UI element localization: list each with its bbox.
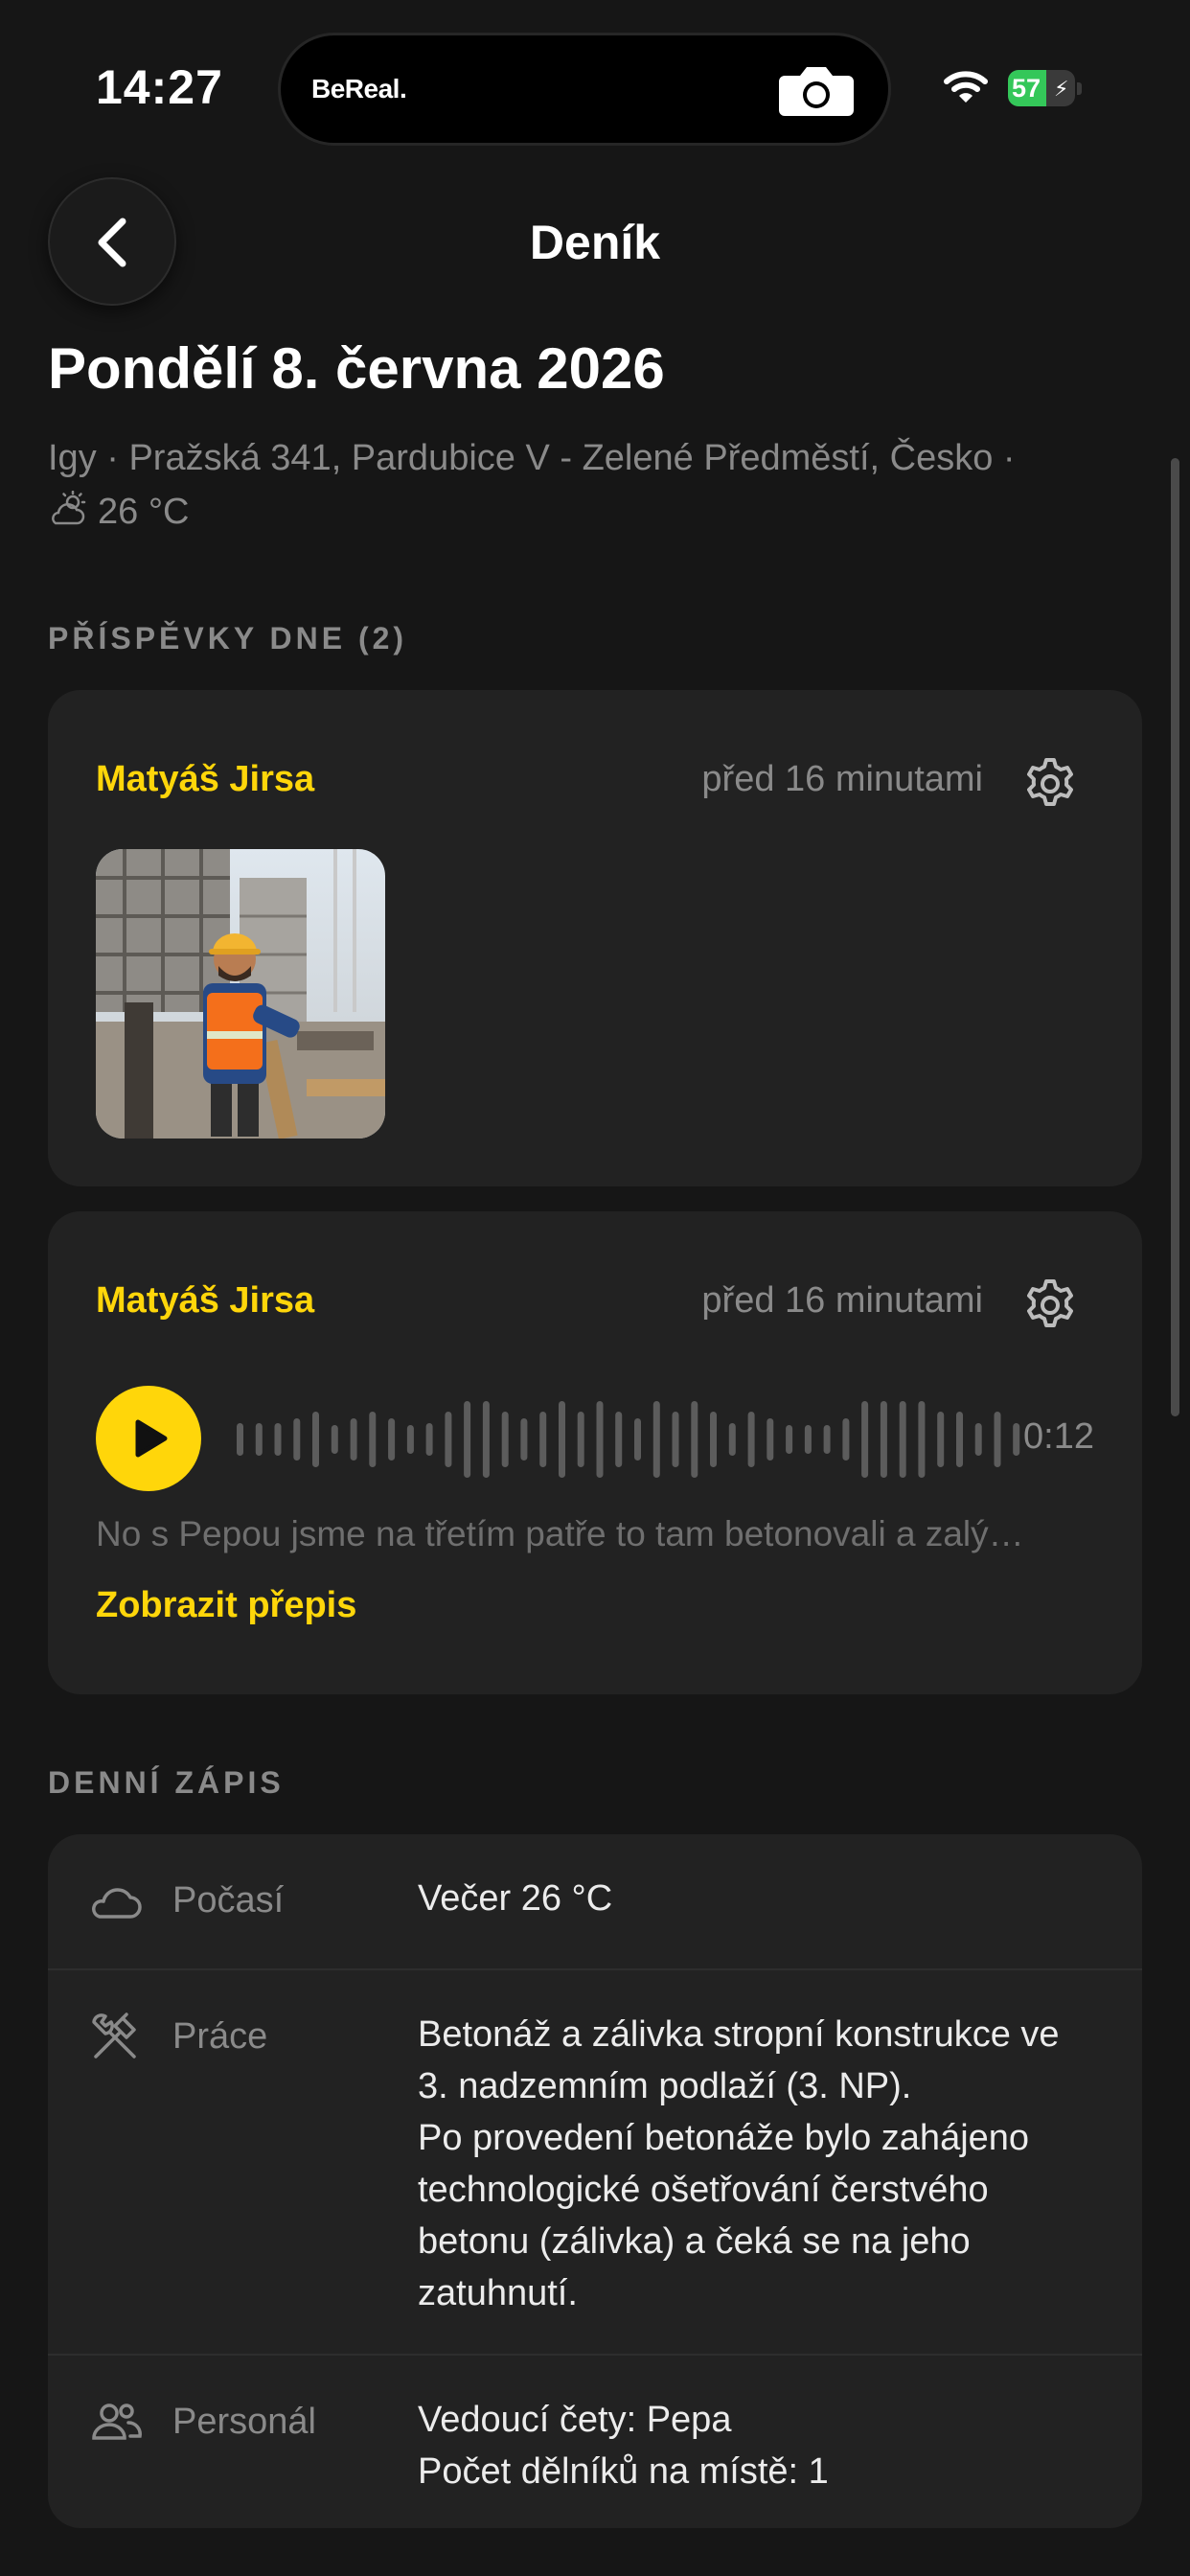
charging-icon: ⚡ — [1054, 77, 1069, 101]
post-time: před 16 minutami — [701, 759, 983, 799]
page-title: Deník — [529, 216, 661, 269]
daily-record-card: Počasí Večer 26 °C Práce Betonáž a záliv… — [48, 1834, 1142, 2528]
post-author[interactable]: Matyáš Jirsa — [96, 759, 314, 800]
location-text: Igy · Pražská 341, Pardubice V - Zelené … — [48, 438, 1016, 478]
play-button[interactable] — [96, 1386, 201, 1491]
record-row-staff[interactable]: Personál Vedoucí čety: Pepa Počet dělník… — [48, 2354, 1142, 2528]
partly-cloudy-icon — [52, 491, 86, 525]
post-time: před 16 minutami — [701, 1280, 983, 1321]
camera-icon — [779, 67, 854, 116]
gear-icon[interactable] — [1021, 1276, 1079, 1334]
record-section-label: DENNÍ ZÁPIS — [48, 1765, 285, 1800]
dynamic-island[interactable]: BeReal. — [278, 33, 891, 146]
gear-icon[interactable] — [1021, 755, 1079, 813]
post-photo[interactable] — [96, 849, 385, 1138]
show-transcript-link[interactable]: Zobrazit přepis — [96, 1585, 356, 1626]
record-value: Betonáž a zálivka stropní konstrukce ve … — [418, 2014, 1060, 2313]
temperature-text: 26 °C — [98, 492, 190, 532]
play-icon — [135, 1419, 168, 1458]
post-card-photo[interactable]: Matyáš Jirsa před 16 minutami — [48, 690, 1142, 1186]
tools-icon — [92, 2012, 136, 2058]
record-value: Večer 26 °C — [418, 1878, 613, 1919]
record-label: Práce — [172, 2016, 268, 2057]
posts-section-label: PŘÍSPĚVKY DNE (2) — [48, 621, 408, 656]
audio-duration: 0:12 — [1023, 1416, 1094, 1457]
people-icon — [92, 2404, 142, 2440]
record-row-weather[interactable]: Počasí Večer 26 °C — [48, 1834, 1142, 1968]
diary-screen: 14:27 BeReal. 57 ⚡ Deník Pondělí 8. červ… — [0, 0, 1190, 2576]
audio-waveform[interactable] — [233, 1392, 1028, 1487]
post-card-audio[interactable]: Matyáš Jirsa před 16 minutami 0:12 No s … — [48, 1211, 1142, 1694]
record-label: Počasí — [172, 1880, 285, 1920]
status-bar: 14:27 BeReal. 57 ⚡ — [0, 0, 1190, 172]
status-time: 14:27 — [96, 60, 223, 114]
record-row-work[interactable]: Práce Betonáž a zálivka stropní konstruk… — [48, 1968, 1142, 2354]
record-value: Vedoucí čety: Pepa Počet dělníků na míst… — [418, 2400, 829, 2492]
wifi-icon — [944, 71, 988, 103]
battery-level: 57 — [1012, 74, 1041, 103]
day-meta: Igy · Pražská 341, Pardubice V - Zelené … — [48, 431, 1140, 539]
battery-indicator: 57 ⚡ — [1008, 70, 1085, 106]
island-app-name: BeReal. — [311, 74, 407, 104]
scrollbar[interactable] — [1171, 458, 1179, 1416]
date-heading: Pondělí 8. června 2026 — [48, 336, 665, 401]
record-label: Personál — [172, 2402, 316, 2442]
transcript-preview: No s Pepou jsme na třetím patře to tam b… — [96, 1514, 1024, 1553]
cloud-icon — [92, 1888, 142, 1919]
post-author[interactable]: Matyáš Jirsa — [96, 1280, 314, 1322]
